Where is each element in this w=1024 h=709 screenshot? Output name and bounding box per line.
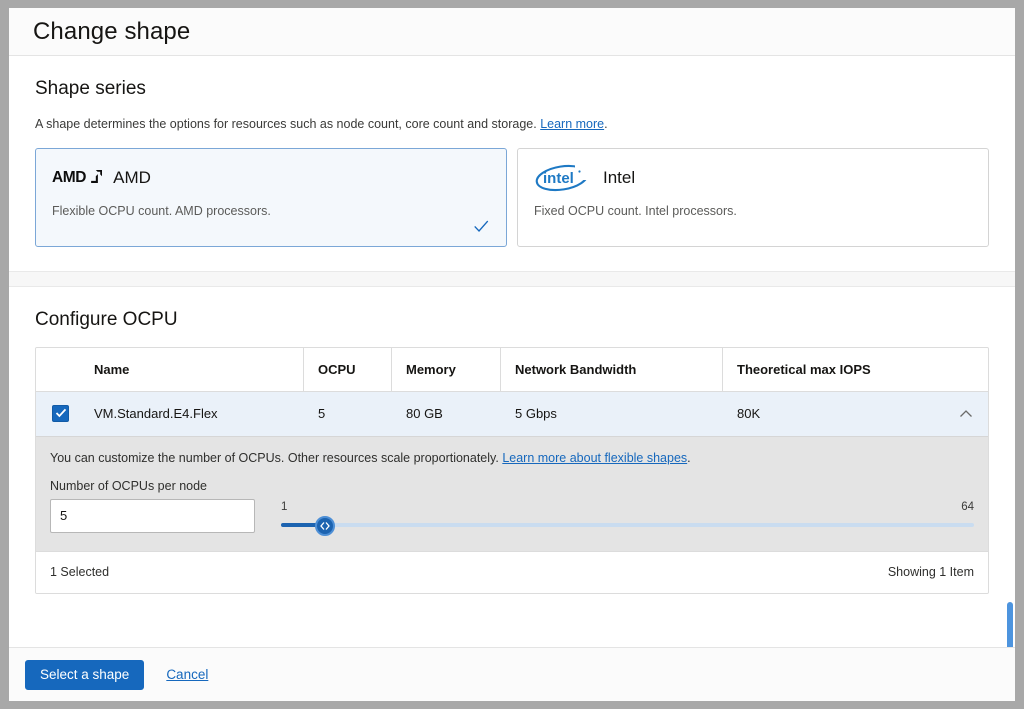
select-a-shape-button[interactable]: Select a shape	[25, 660, 144, 690]
shape-series-card-amd[interactable]: AMD AMD Flexible OCPU count. AMD process…	[35, 148, 507, 247]
cell-name: VM.Standard.E4.Flex	[36, 406, 304, 421]
detail-description-period: .	[687, 451, 690, 465]
dialog-titlebar: Change shape	[9, 8, 1015, 56]
dialog-footer: Select a shape Cancel	[9, 647, 1015, 701]
slider-max-label: 64	[961, 501, 974, 513]
cancel-button[interactable]: Cancel	[166, 667, 208, 682]
cell-ocpu: 5	[304, 406, 392, 421]
ocpu-slider[interactable]: 1 64	[281, 499, 974, 533]
column-header-memory[interactable]: Memory	[392, 348, 501, 391]
cell-network-bandwidth: 5 Gbps	[501, 406, 723, 421]
column-header-name[interactable]: Name	[36, 348, 304, 391]
intel-logo: intel	[534, 163, 592, 193]
shape-series-description: A shape determines the options for resou…	[35, 116, 989, 134]
shape-series-heading: Shape series	[35, 78, 989, 100]
cell-max-iops: 80K	[723, 406, 988, 421]
svg-text:intel: intel	[543, 170, 574, 187]
left-right-arrows-icon	[319, 520, 331, 532]
ocpu-count-input[interactable]	[50, 499, 255, 533]
selected-count-label: 1 Selected	[50, 565, 109, 579]
learn-more-link[interactable]: Learn more	[540, 117, 604, 131]
column-header-max-iops[interactable]: Theoretical max IOPS	[723, 348, 988, 391]
ocpu-control-row: 1 64	[50, 499, 974, 551]
slider-thumb[interactable]	[315, 516, 335, 536]
shape-series-card-intel[interactable]: intel Intel Fixed OCPU count. Intel proc…	[517, 148, 989, 247]
row-collapse-toggle[interactable]	[958, 392, 974, 436]
intel-card-head: intel Intel	[534, 163, 972, 193]
checkmark-icon	[55, 407, 67, 419]
screen: Change shape Shape series A shape determ…	[0, 0, 1024, 709]
ocpu-field-label: Number of OCPUs per node	[50, 479, 974, 493]
intel-card-name: Intel	[603, 168, 635, 188]
check-icon	[472, 217, 490, 235]
column-header-network-bandwidth[interactable]: Network Bandwidth	[501, 348, 723, 391]
table-footer: 1 Selected Showing 1 Item	[36, 551, 988, 593]
configure-ocpu-heading: Configure OCPU	[35, 309, 989, 331]
section-divider	[9, 271, 1015, 287]
page-title: Change shape	[33, 18, 190, 46]
cell-memory: 80 GB	[392, 406, 501, 421]
configure-ocpu-section: Configure OCPU Name OCPU Memory Network …	[9, 287, 1015, 618]
vertical-scrollbar[interactable]	[1007, 602, 1013, 647]
column-header-ocpu[interactable]: OCPU	[304, 348, 392, 391]
showing-count-label: Showing 1 Item	[888, 565, 974, 579]
shape-series-description-period: .	[604, 117, 607, 131]
change-shape-dialog: Change shape Shape series A shape determ…	[9, 8, 1015, 701]
dialog-body: Shape series A shape determines the opti…	[9, 56, 1015, 647]
table-header-row: Name OCPU Memory Network Bandwidth Theor…	[36, 348, 988, 392]
detail-description-text: You can customize the number of OCPUs. O…	[50, 451, 499, 465]
slider-rail	[281, 523, 974, 527]
amd-card-name: AMD	[113, 168, 151, 188]
shapes-table: Name OCPU Memory Network Bandwidth Theor…	[35, 347, 989, 594]
slider-min-label: 1	[281, 501, 287, 513]
slider-end-labels: 1 64	[281, 501, 974, 513]
shape-series-description-text: A shape determines the options for resou…	[35, 117, 537, 131]
chevron-up-icon	[958, 406, 974, 422]
slider-track[interactable]	[281, 517, 974, 533]
detail-description: You can customize the number of OCPUs. O…	[50, 451, 974, 465]
amd-logo-text: AMD	[52, 169, 86, 187]
amd-logo: AMD	[52, 169, 102, 187]
intel-logo-svg: intel	[534, 163, 592, 193]
amd-arrow-icon	[87, 170, 102, 185]
amd-card-subtitle: Flexible OCPU count. AMD processors.	[52, 204, 490, 218]
amd-card-head: AMD AMD	[52, 163, 490, 193]
table-row[interactable]: VM.Standard.E4.Flex 5 80 GB 5 Gbps 80K	[36, 392, 988, 436]
intel-card-subtitle: Fixed OCPU count. Intel processors.	[534, 204, 972, 218]
shape-series-section: Shape series A shape determines the opti…	[9, 56, 1015, 271]
learn-more-flexible-shapes-link[interactable]: Learn more about flexible shapes	[502, 451, 687, 465]
row-checkbox[interactable]	[52, 405, 69, 422]
shape-series-cards: AMD AMD Flexible OCPU count. AMD process…	[35, 148, 989, 247]
row-detail-panel: You can customize the number of OCPUs. O…	[36, 436, 988, 551]
